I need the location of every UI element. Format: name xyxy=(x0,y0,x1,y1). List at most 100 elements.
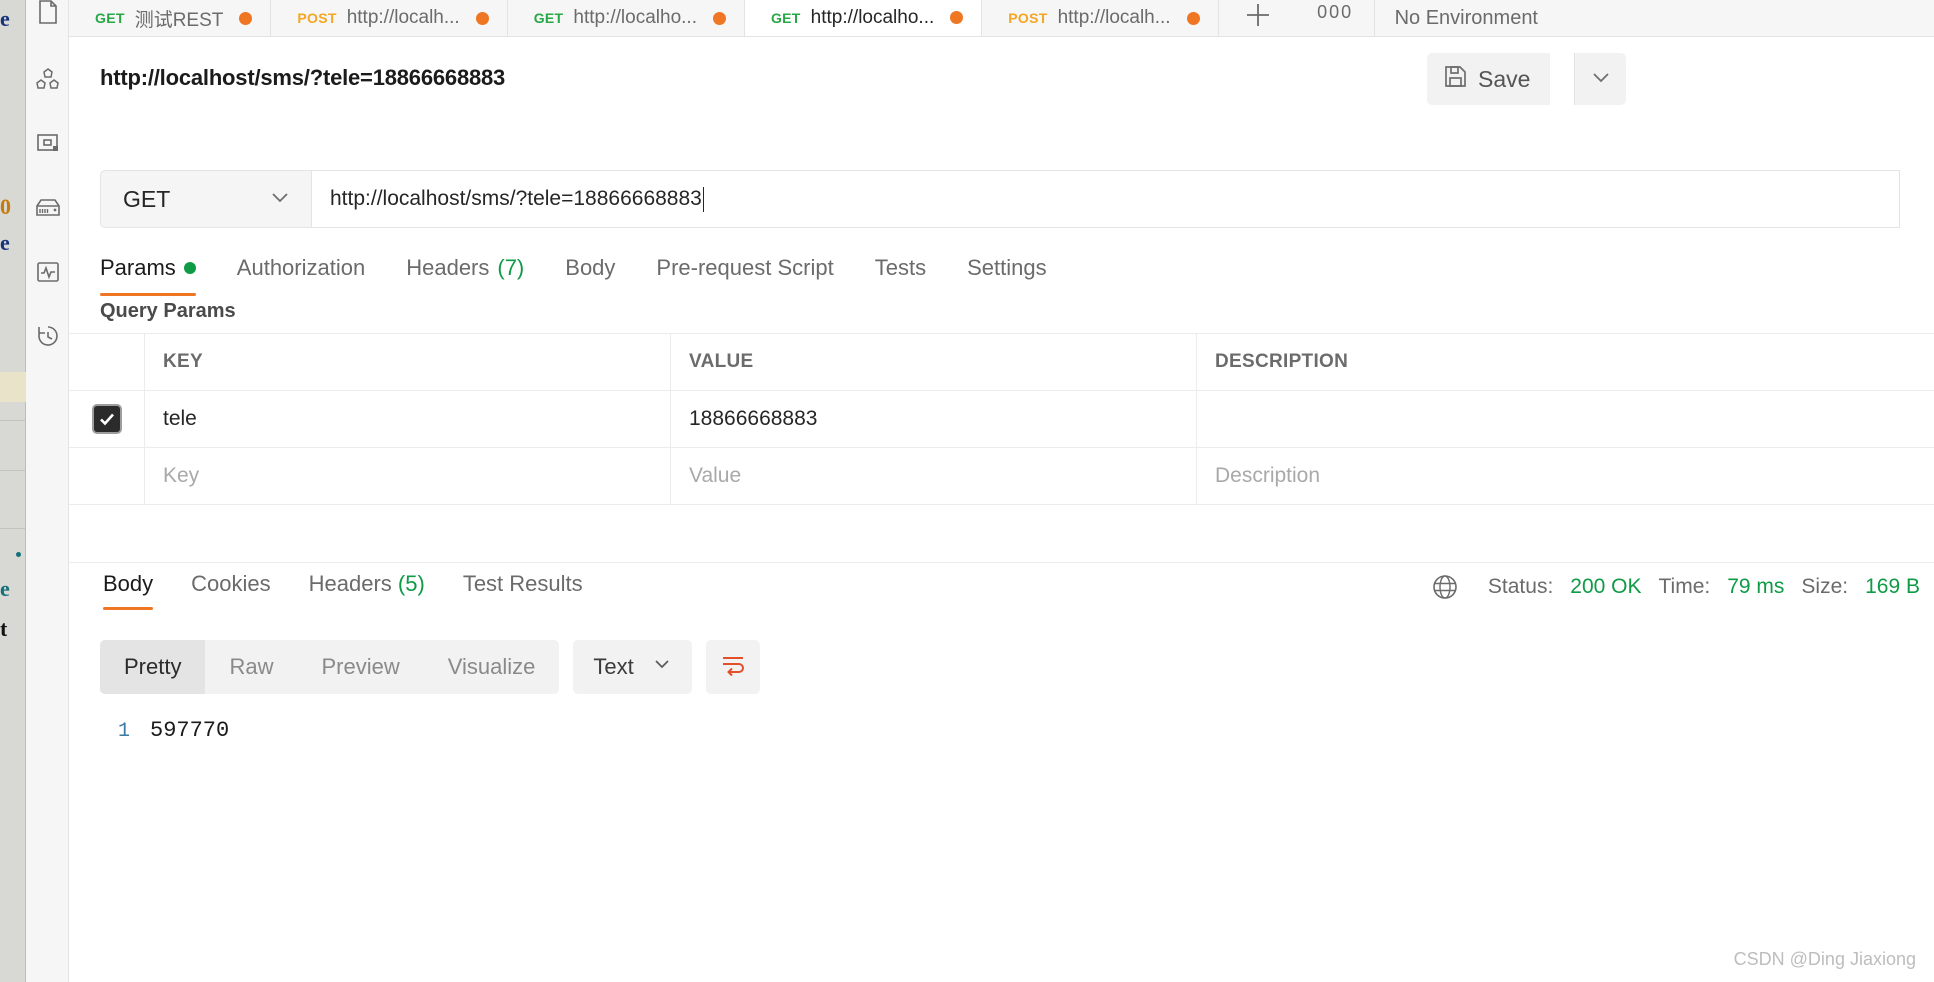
response-tab-headers-count: (5) xyxy=(397,571,425,596)
request-title: http://localhost/sms/?tele=18866668883 xyxy=(100,65,506,90)
request-tab-3[interactable]: GET http://localho... xyxy=(507,0,745,36)
background-divider-3 xyxy=(0,528,26,529)
save-icon xyxy=(1443,64,1468,94)
sidebar-item-monitors[interactable] xyxy=(26,250,69,294)
sidebar-item-environments[interactable] xyxy=(26,122,69,166)
status-label: Status: xyxy=(1487,575,1554,598)
request-tab-5[interactable]: POST http://localh... xyxy=(982,0,1219,36)
tab-authorization-label: Authorization xyxy=(236,255,366,280)
view-mode-visualize[interactable]: Visualize xyxy=(424,640,560,694)
request-tab-1[interactable]: GET 测试REST xyxy=(69,0,272,36)
sidebar-item-apis[interactable] xyxy=(26,58,69,102)
response-tab-headers[interactable]: Headers (5) xyxy=(309,571,425,610)
tab-title-3: http://localho... xyxy=(573,7,697,28)
save-options-button[interactable] xyxy=(1574,53,1626,105)
save-label: Save xyxy=(1478,65,1531,92)
chevron-down-icon xyxy=(1589,65,1613,94)
response-tab-cookies-label: Cookies xyxy=(191,571,271,596)
tab-authorization[interactable]: Authorization xyxy=(237,255,365,296)
response-tab-headers-label: Headers xyxy=(308,571,392,596)
new-key-input[interactable]: Key xyxy=(163,464,199,488)
tab-method-5: POST xyxy=(1008,10,1048,26)
row-key-value[interactable]: tele xyxy=(163,407,197,431)
url-input[interactable]: http://localhost/sms/?tele=18866668883 xyxy=(312,170,1900,228)
background-text-fragment-3: e xyxy=(0,232,10,254)
tab-pre-request-script[interactable]: Pre-request Script xyxy=(656,255,833,296)
response-section-tabs: Body Cookies Headers (5) Test Results xyxy=(103,571,621,610)
status-value: 200 OK xyxy=(1570,575,1642,598)
left-icon-rail xyxy=(26,0,69,982)
background-bullet-dot xyxy=(16,552,21,557)
response-bar: Body Cookies Headers (5) Test Results St… xyxy=(69,562,1934,614)
globe-icon[interactable] xyxy=(1431,573,1459,601)
request-tab-2[interactable]: POST http://localh... xyxy=(271,0,508,36)
background-window-strip: e 0 e e t xyxy=(0,0,26,982)
response-tab-body[interactable]: Body xyxy=(103,571,154,610)
response-body-viewer[interactable]: 1 597770 xyxy=(100,718,1900,743)
response-tab-test-results[interactable]: Test Results xyxy=(463,571,583,610)
row-value-value[interactable]: 18866668883 xyxy=(689,407,817,431)
time-value: 79 ms xyxy=(1727,575,1785,598)
new-tab-button[interactable] xyxy=(1218,0,1297,37)
tab-settings[interactable]: Settings xyxy=(967,255,1047,296)
tab-options-button[interactable]: 000 xyxy=(1296,0,1375,36)
query-params-title: Query Params xyxy=(100,300,236,322)
view-mode-preview[interactable]: Preview xyxy=(297,640,423,694)
response-format-select[interactable]: Text xyxy=(573,640,692,694)
line-content: 597770 xyxy=(150,718,230,743)
tab-body[interactable]: Body xyxy=(565,255,615,296)
http-method-value: GET xyxy=(123,185,171,212)
collections-icon xyxy=(37,0,59,24)
apis-icon xyxy=(35,68,61,92)
tab-method-4: GET xyxy=(770,9,801,26)
tab-params[interactable]: Params xyxy=(100,255,196,296)
new-value-input[interactable]: Value xyxy=(689,464,741,488)
sidebar-item-history[interactable] xyxy=(26,314,69,358)
mock-servers-icon xyxy=(35,197,61,219)
tab-headers-label: Headers xyxy=(406,255,490,280)
header-cell-checkbox xyxy=(69,334,145,390)
background-text-fragment-2: 0 xyxy=(0,196,11,218)
background-divider-2 xyxy=(0,470,26,471)
tab-pre-request-script-label: Pre-request Script xyxy=(656,255,834,280)
tab-headers[interactable]: Headers (7) xyxy=(406,255,524,296)
view-mode-raw[interactable]: Raw xyxy=(205,640,297,694)
tab-method-3: GET xyxy=(533,10,564,26)
tab-title-1: 测试REST xyxy=(134,9,224,31)
response-format-value: Text xyxy=(593,654,634,679)
plus-icon xyxy=(1242,0,1274,37)
request-name-bar: http://localhost/sms/?tele=18866668883 S… xyxy=(69,37,1934,122)
wrap-lines-button[interactable] xyxy=(705,640,760,694)
size-label: Size: xyxy=(1801,575,1849,598)
tab-method-2: POST xyxy=(297,10,337,26)
tab-settings-label: Settings xyxy=(967,255,1047,280)
tab-headers-count: (7) xyxy=(497,255,525,280)
tab-title-2: http://localh... xyxy=(346,7,460,28)
sidebar-item-collections[interactable] xyxy=(26,0,69,34)
tab-unsaved-dot-4 xyxy=(950,11,964,24)
view-mode-pretty[interactable]: Pretty xyxy=(100,640,206,694)
background-highlight-band xyxy=(0,372,26,402)
watermark: CSDN @Ding Jiaxiong xyxy=(1733,949,1916,969)
save-button[interactable]: Save xyxy=(1427,53,1551,105)
line-number: 1 xyxy=(117,720,130,743)
sidebar-item-mock-servers[interactable] xyxy=(26,186,69,230)
column-header-value: VALUE xyxy=(689,351,754,372)
row-enabled-checkbox[interactable] xyxy=(91,404,122,434)
table-header-row: KEY VALUE DESCRIPTION xyxy=(69,333,1934,390)
request-tab-strip: GET 测试REST POST http://localh... GET htt… xyxy=(69,0,1934,37)
chevron-down-icon xyxy=(652,654,672,680)
environment-selector[interactable]: No Environment xyxy=(1375,0,1558,36)
response-status-summary: Status: 200 OK Time: 79 ms Size: 169 B xyxy=(1431,573,1920,601)
request-section-tabs: Params Authorization Headers (7) Body Pr… xyxy=(100,255,1920,303)
tab-tests[interactable]: Tests xyxy=(875,255,926,296)
tab-unsaved-dot-3 xyxy=(712,11,726,25)
new-description-input[interactable]: Description xyxy=(1215,464,1320,488)
table-row: tele 18866668883 xyxy=(69,390,1934,447)
tab-params-label: Params xyxy=(100,255,176,280)
url-row: GET http://localhost/sms/?tele=188666688… xyxy=(100,170,1900,228)
request-tab-4[interactable]: GET http://localho... xyxy=(744,0,983,36)
response-tab-cookies[interactable]: Cookies xyxy=(191,571,270,610)
tab-body-label: Body xyxy=(565,255,616,280)
http-method-select[interactable]: GET xyxy=(100,170,312,228)
